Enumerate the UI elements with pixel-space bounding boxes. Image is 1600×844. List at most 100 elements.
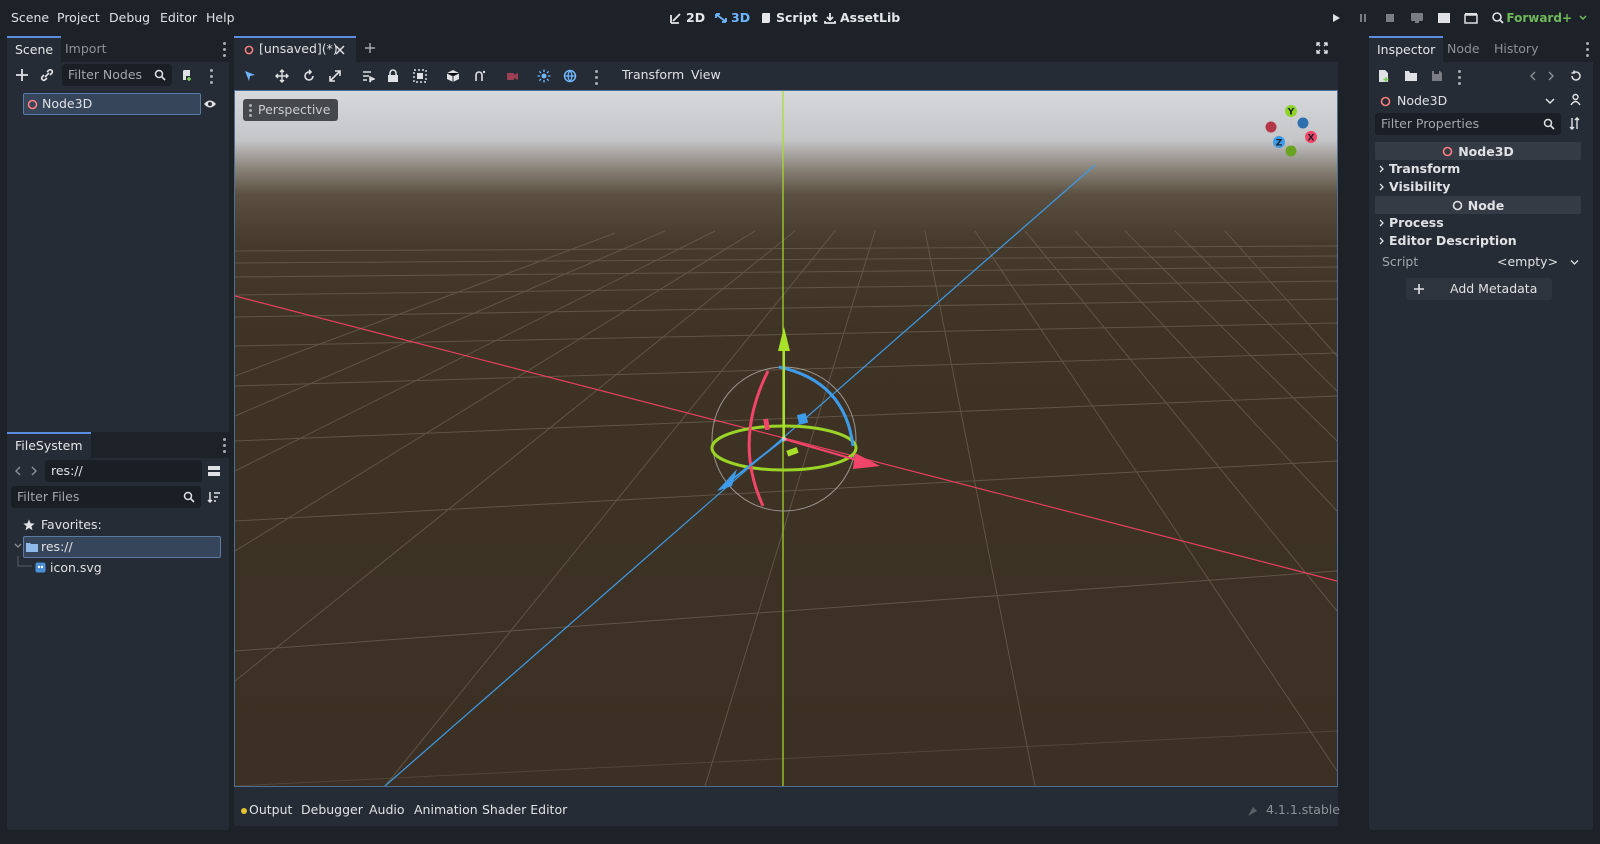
add-node-button[interactable] <box>13 66 31 84</box>
category-editor-description[interactable]: Editor Description <box>1379 233 1517 248</box>
tab-scene[interactable]: Scene <box>7 36 62 62</box>
tab-history[interactable]: History <box>1486 36 1546 62</box>
stop-button[interactable] <box>1381 10 1399 26</box>
menu-editor[interactable]: Editor <box>160 10 197 25</box>
visibility-toggle[interactable] <box>201 95 219 113</box>
play-custom-scene-button[interactable] <box>1462 10 1480 26</box>
fs-path-field[interactable]: res:// <box>45 460 202 482</box>
fullscreen-icon[interactable] <box>1316 42 1328 54</box>
movie-maker-button[interactable] <box>1489 10 1507 26</box>
open-folder-icon[interactable] <box>1404 70 1418 82</box>
list-select-icon[interactable] <box>361 69 375 83</box>
script-property-value[interactable]: <empty> <box>1489 252 1581 272</box>
workspace-assetlib-button[interactable]: AssetLib <box>823 10 900 25</box>
transform-menu[interactable]: Transform <box>622 67 684 82</box>
perspective-menu-button[interactable]: Perspective <box>243 99 339 121</box>
workspace-3d-button[interactable]: 3D <box>714 10 750 25</box>
filesystem-dock-tabbar: FileSystem <box>7 432 229 458</box>
preview-camera-icon[interactable] <box>505 69 519 83</box>
renderer-dropdown[interactable]: Forward+ <box>1506 11 1588 25</box>
viewport-more-icon[interactable] <box>595 70 599 88</box>
category-process-label: Process <box>1389 215 1444 230</box>
fs-back-button[interactable] <box>11 462 25 480</box>
add-metadata-button[interactable]: Add Metadata <box>1406 278 1552 300</box>
section-node3d[interactable]: Node3D <box>1375 142 1581 160</box>
instance-scene-button[interactable] <box>38 66 56 84</box>
category-transform[interactable]: Transform <box>1379 161 1460 176</box>
tab-import[interactable]: Import <box>57 36 115 62</box>
tab-inspector[interactable]: Inspector <box>1369 36 1444 62</box>
view-menu[interactable]: View <box>691 67 721 82</box>
bottom-panel-bar: Output Debugger Audio Animation Shader E… <box>234 796 1340 826</box>
scene-dock-menu-icon[interactable] <box>223 42 227 60</box>
menu-debug[interactable]: Debug <box>109 10 150 25</box>
viewport-3d[interactable]: Y X Z Perspective <box>234 90 1338 787</box>
play-scene-button[interactable] <box>1435 10 1453 26</box>
menu-project[interactable]: Project <box>57 10 100 25</box>
node-info-icon[interactable] <box>1569 93 1582 106</box>
lock-icon[interactable] <box>387 69 399 83</box>
chevron-down-icon <box>1579 15 1587 21</box>
environment-icon[interactable] <box>563 69 577 83</box>
sort-icon <box>207 492 220 504</box>
snap-icon[interactable] <box>473 69 487 83</box>
category-process[interactable]: Process <box>1379 215 1444 230</box>
sun-icon[interactable] <box>537 69 551 83</box>
group-icon[interactable] <box>413 69 427 83</box>
filter-properties-input[interactable]: Filter Properties <box>1375 113 1561 135</box>
orientation-gizmo[interactable]: Y X Z <box>1259 99 1323 163</box>
history-icon[interactable] <box>1570 70 1582 82</box>
tab-output[interactable]: Output <box>249 802 292 817</box>
workspace-2d-button[interactable]: 2D <box>669 10 705 25</box>
workspace-assetlib-label: AssetLib <box>840 10 901 25</box>
rotate-tool-icon[interactable] <box>302 69 316 83</box>
sort-properties-icon[interactable] <box>1569 117 1582 130</box>
tab-filesystem[interactable]: FileSystem <box>7 432 91 458</box>
transform-gizmo[interactable] <box>705 321 905 521</box>
tab-shader-editor[interactable]: Shader Editor <box>482 802 567 817</box>
scene-tree-menu-icon[interactable] <box>210 69 214 87</box>
attach-script-button[interactable] <box>178 66 196 84</box>
chevron-left-icon[interactable] <box>1529 71 1537 81</box>
chevron-right-icon[interactable] <box>1547 71 1555 81</box>
play-button[interactable] <box>1327 10 1345 26</box>
fs-sort-button[interactable] <box>205 488 223 506</box>
section-node3d-label: Node3D <box>1458 143 1514 159</box>
remote-debug-button[interactable] <box>1408 10 1426 26</box>
filter-nodes-input[interactable]: Filter Nodes <box>62 64 172 86</box>
tab-audio[interactable]: Audio <box>369 802 405 817</box>
tab-debugger[interactable]: Debugger <box>301 802 363 817</box>
assetlib-icon <box>824 12 836 24</box>
tab-animation[interactable]: Animation <box>414 802 478 817</box>
save-icon[interactable] <box>1431 70 1443 82</box>
object-selector[interactable]: Node3D <box>1375 90 1561 112</box>
workspace-2d-label: 2D <box>686 10 706 25</box>
fs-item-root[interactable]: res:// <box>23 536 221 558</box>
new-resource-icon[interactable] <box>1378 69 1390 83</box>
menu-help[interactable]: Help <box>206 10 235 25</box>
filesystem-dock-menu-icon[interactable] <box>223 438 227 456</box>
add-tab-icon[interactable] <box>364 42 376 54</box>
inspector-tools-menu-icon[interactable] <box>1458 70 1462 88</box>
chevron-right-icon <box>1379 165 1384 172</box>
plus-icon <box>1414 284 1424 294</box>
close-icon[interactable] <box>335 45 345 55</box>
section-node[interactable]: Node <box>1375 196 1581 214</box>
move-tool-icon[interactable] <box>275 69 289 83</box>
pause-button[interactable] <box>1354 10 1372 26</box>
fs-split-toggle[interactable] <box>205 462 223 480</box>
menu-scene[interactable]: Scene <box>11 10 49 25</box>
tree-item-node3d[interactable]: Node3D <box>23 93 201 115</box>
scene-tab-unsaved[interactable]: [unsaved](*) <box>234 36 356 62</box>
category-visibility[interactable]: Visibility <box>1379 179 1450 194</box>
local-space-icon[interactable] <box>446 69 460 83</box>
inspector-dock-menu-icon[interactable] <box>1586 42 1590 60</box>
tab-node[interactable]: Node <box>1439 36 1488 62</box>
select-tool-icon[interactable] <box>244 70 256 82</box>
fs-forward-button[interactable] <box>27 462 41 480</box>
update-spinner-icon[interactable] <box>1247 806 1258 817</box>
scale-tool-icon[interactable] <box>328 69 342 83</box>
workspace-script-button[interactable]: Script <box>759 10 818 25</box>
filter-files-input[interactable]: Filter Files <box>11 486 201 508</box>
fs-item-icon-svg-label: icon.svg <box>50 560 102 575</box>
